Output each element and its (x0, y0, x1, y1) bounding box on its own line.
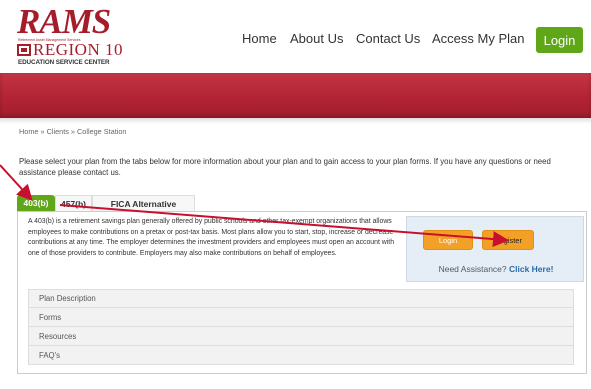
nav-about-us[interactable]: About Us (290, 31, 343, 46)
assistance-box: Login Register Need Assistance? Click He… (406, 216, 584, 282)
need-assistance: Need Assistance? Click Here! (407, 264, 585, 274)
accordion-forms[interactable]: Forms (28, 308, 574, 327)
accordion-plan-description[interactable]: Plan Description (28, 289, 574, 308)
intro-text: Please select your plan from the tabs be… (19, 157, 551, 177)
plan-description-text: A 403(b) is a retirement savings plan ge… (28, 218, 395, 257)
logo-esc-text: EDUCATION SERVICE CENTER (18, 59, 110, 66)
click-here-link[interactable]: Click Here! (509, 264, 553, 274)
banner-shadow (0, 118, 591, 124)
region-logo-icon (17, 44, 31, 56)
nav-home[interactable]: Home (242, 31, 277, 46)
logo-wordmark: RAMS (17, 2, 111, 41)
tab-457b[interactable]: 457(b) (55, 195, 92, 211)
nav-access-my-plan[interactable]: Access My Plan (432, 31, 524, 46)
tab-panel: A 403(b) is a retirement savings plan ge… (17, 211, 587, 374)
logo-region: REGION 10 (17, 40, 123, 59)
site-header: RAMS Retirement Asset Management Service… (0, 0, 591, 73)
accordion-resources[interactable]: Resources (28, 327, 574, 346)
accordion-faqs[interactable]: FAQ's (28, 346, 574, 365)
plan-login-button[interactable]: Login (423, 230, 473, 250)
tab-fica-alternative[interactable]: FICA Alternative (92, 195, 195, 211)
nav-contact-us[interactable]: Contact Us (356, 31, 420, 46)
register-button[interactable]: Register (482, 230, 534, 250)
logo-region-text: REGION 10 (33, 40, 123, 59)
login-button[interactable]: Login (536, 27, 583, 53)
need-assistance-label: Need Assistance? (438, 264, 509, 274)
breadcrumb[interactable]: Home » Clients » College Station (19, 127, 126, 136)
rams-logo[interactable]: RAMS Retirement Asset Management Service… (17, 2, 127, 66)
hero-banner (0, 73, 591, 118)
plan-accordion: Plan Description Forms Resources FAQ's (28, 289, 574, 365)
tab-403b[interactable]: 403(b) (17, 195, 55, 211)
